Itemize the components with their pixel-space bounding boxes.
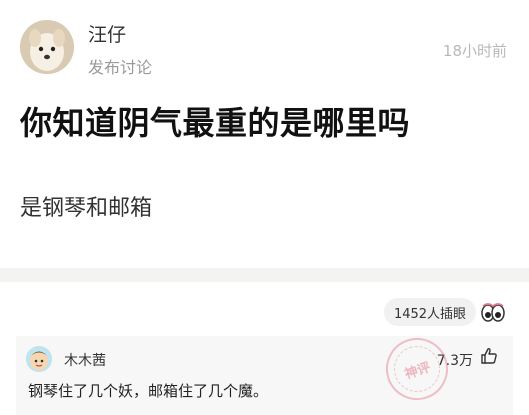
post-title: 你知道阴气最重的是哪里吗 <box>20 104 411 142</box>
commenter-avatar[interactable] <box>26 346 52 372</box>
user-avatar[interactable] <box>20 20 74 74</box>
post-content: 是钢琴和邮箱 <box>20 196 153 221</box>
comments-section: 1452人插眼 木木茜 7.3万 钢琴住了几个妖，邮箱住了几个魔。 神评 <box>0 282 529 415</box>
cartoon-avatar-icon <box>26 346 52 372</box>
section-divider <box>0 268 529 282</box>
commenter-username[interactable]: 木木茜 <box>64 350 106 370</box>
reaction-count-label: 1452人插眼 <box>393 306 467 322</box>
comment-text: 钢琴住了几个妖，邮箱住了几个魔。 <box>28 382 269 400</box>
thumb-up-icon[interactable] <box>479 346 499 366</box>
featured-comment-stamp: 神评 <box>377 329 457 409</box>
top-comment: 木木茜 7.3万 钢琴住了几个妖，邮箱住了几个魔。 神评 <box>16 329 513 415</box>
dog-avatar-icon <box>20 20 74 74</box>
stamp-text: 神评 <box>388 340 446 398</box>
reaction-count-pill[interactable]: 1452人插眼 <box>384 298 476 326</box>
username[interactable]: 汪仔 <box>88 20 126 47</box>
post-timestamp: 18小时前 <box>442 42 507 60</box>
post-card: 汪仔 发布讨论 18小时前 你知道阴气最重的是哪里吗 是钢琴和邮箱 <box>0 0 529 268</box>
eyes-icon[interactable] <box>480 300 506 326</box>
post-action-label: 发布讨论 <box>88 58 153 77</box>
